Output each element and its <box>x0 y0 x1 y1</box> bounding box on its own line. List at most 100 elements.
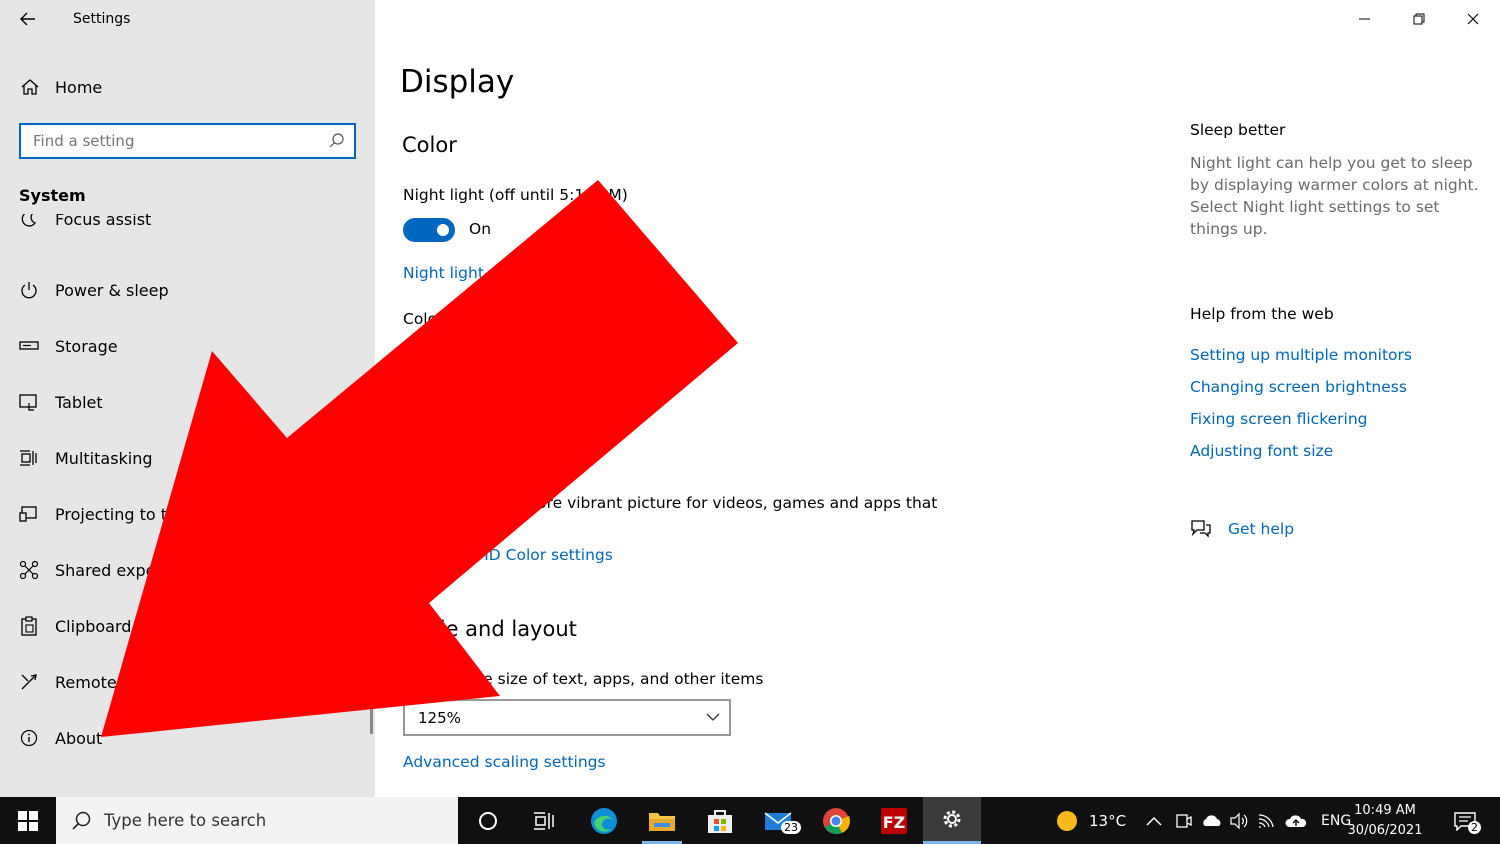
sidebar-item-multitasking[interactable]: Multitasking <box>0 438 370 478</box>
sidebar-item-label: Multitasking <box>55 448 153 468</box>
remote-icon <box>19 672 39 692</box>
gear-icon <box>943 810 961 828</box>
edge-icon <box>591 807 617 834</box>
clipboard-icon <box>19 616 39 636</box>
scale-label: Change the size of text, apps, and other… <box>403 670 764 688</box>
store-button[interactable] <box>691 797 749 844</box>
taskbar-search-placeholder: Type here to search <box>104 811 267 830</box>
chevron-down-icon <box>706 713 720 721</box>
find-setting-input[interactable] <box>21 125 321 157</box>
back-button[interactable] <box>16 8 40 30</box>
sidebar-item-about[interactable]: About <box>0 718 370 758</box>
clock-time: 10:49 AM <box>1354 803 1416 818</box>
weather-widget[interactable]: 13°C <box>1055 797 1126 844</box>
sidebar-item-label: Power & sleep <box>55 280 169 300</box>
settings-taskbar-button[interactable] <box>923 797 981 844</box>
sleep-better-heading: Sleep better <box>1190 121 1286 139</box>
meet-now-icon[interactable] <box>1175 812 1193 830</box>
action-center-button[interactable]: 2 <box>1440 797 1490 844</box>
help-link-font-size[interactable]: Adjusting font size <box>1190 442 1333 460</box>
cortana-button[interactable] <box>459 797 517 844</box>
sidebar-item-storage[interactable]: Storage <box>0 326 370 366</box>
sleep-better-text: Night light can help you get to sleep by… <box>1190 154 1479 238</box>
projecting-icon <box>19 504 39 524</box>
task-view-icon <box>534 811 554 830</box>
storage-icon <box>19 336 39 356</box>
window-controls <box>1338 0 1500 38</box>
search-icon <box>329 133 344 148</box>
tablet-icon <box>19 392 39 412</box>
minimize-button[interactable] <box>1338 0 1392 38</box>
sidebar-item-label: About <box>55 728 103 748</box>
clock[interactable]: 10:49 AM 30/06/2021 <box>1340 801 1430 841</box>
sidebar-item-label: Focus assist <box>55 214 152 229</box>
taskbar-search[interactable]: Type here to search <box>56 797 458 844</box>
scale-value: 125% <box>418 709 461 727</box>
sidebar-item-label: Storage <box>55 336 118 356</box>
scale-dropdown[interactable]: 125% <box>403 699 731 736</box>
sidebar-item-remote-desktop[interactable]: Remote Desktop <box>0 662 370 702</box>
help-web-heading: Help from the web <box>1190 305 1334 323</box>
weather-temp: 13°C <box>1089 811 1127 830</box>
edge-button[interactable] <box>575 797 633 844</box>
find-setting-box[interactable] <box>19 123 356 159</box>
sidebar-item-label: Shared experiences <box>55 560 214 580</box>
help-link-brightness[interactable]: Changing screen brightness <box>1190 378 1407 396</box>
moon-icon <box>19 214 39 229</box>
get-help-link[interactable]: Get help <box>1228 520 1294 538</box>
filezilla-button[interactable]: FZ <box>865 797 923 844</box>
svg-text:FZ: FZ <box>883 813 906 832</box>
sidebar-scrollbar[interactable] <box>370 706 373 734</box>
night-light-settings-link[interactable]: Night light settings <box>403 264 551 282</box>
windows-logo-icon <box>18 810 38 831</box>
settings-window: Settings Home System Focus assist <box>0 0 1500 797</box>
taskbar: Type here to search 23 FZ 13°C ENG 10:49… <box>0 797 1500 844</box>
sidebar-item-label: Projecting to this PC <box>55 504 216 524</box>
volume-icon[interactable] <box>1229 812 1249 830</box>
night-light-label: Night light (off until 5:10 PM) <box>403 186 628 204</box>
chevron-up-icon[interactable] <box>1145 815 1163 827</box>
hdr-description: Get a brighter, more vibrant picture for… <box>403 494 938 512</box>
back-arrow-icon <box>20 12 35 26</box>
advanced-scaling-link[interactable]: Advanced scaling settings <box>403 753 606 771</box>
close-icon <box>1467 13 1479 25</box>
mail-badge: 23 <box>781 821 801 834</box>
sidebar-item-tablet[interactable]: Tablet <box>0 382 370 422</box>
sidebar-item-clipboard[interactable]: Clipboard <box>0 606 370 646</box>
restore-button[interactable] <box>1392 0 1446 38</box>
home-nav-item[interactable]: Home <box>19 74 102 100</box>
night-light-toggle[interactable] <box>403 218 455 242</box>
help-link-monitors[interactable]: Setting up multiple monitors <box>1190 346 1412 364</box>
sidebar-item-focus-assist[interactable]: Focus assist <box>0 214 370 238</box>
start-button[interactable] <box>0 797 56 844</box>
mail-button[interactable]: 23 <box>749 797 807 844</box>
sidebar: Settings Home System Focus assist <box>0 0 375 797</box>
sidebar-item-shared-experiences[interactable]: Shared experiences <box>0 550 370 590</box>
chrome-button[interactable] <box>807 797 865 844</box>
sidebar-item-projecting[interactable]: Projecting to this PC <box>0 494 370 534</box>
system-tray: ENG <box>1145 797 1351 844</box>
hd-color-settings-link[interactable]: Windows HD Color settings <box>403 546 613 564</box>
minimize-icon <box>1359 18 1370 20</box>
page-title: Display <box>400 64 515 100</box>
sidebar-item-label: Clipboard <box>55 616 132 636</box>
titlebar-left: Settings <box>0 0 375 38</box>
file-explorer-button[interactable] <box>633 797 691 844</box>
home-icon <box>19 76 41 98</box>
color-heading: Color <box>402 133 457 157</box>
multitasking-icon <box>19 448 39 468</box>
task-view-button[interactable] <box>515 797 573 844</box>
close-button[interactable] <box>1446 0 1500 38</box>
clock-date: 30/06/2021 <box>1347 823 1423 838</box>
onedrive-icon[interactable] <box>1201 814 1223 828</box>
help-link-flickering[interactable]: Fixing screen flickering <box>1190 410 1368 428</box>
sidebar-item-power-sleep[interactable]: Power & sleep <box>0 270 370 310</box>
app-title: Settings <box>73 11 131 27</box>
scale-layout-heading: Scale and layout <box>402 617 577 641</box>
power-icon <box>19 280 39 300</box>
cloud-sync-icon[interactable] <box>1285 813 1307 829</box>
wifi-icon[interactable] <box>1257 813 1277 829</box>
sun-icon <box>1057 810 1077 831</box>
chrome-icon <box>823 807 850 834</box>
store-icon <box>708 809 732 833</box>
